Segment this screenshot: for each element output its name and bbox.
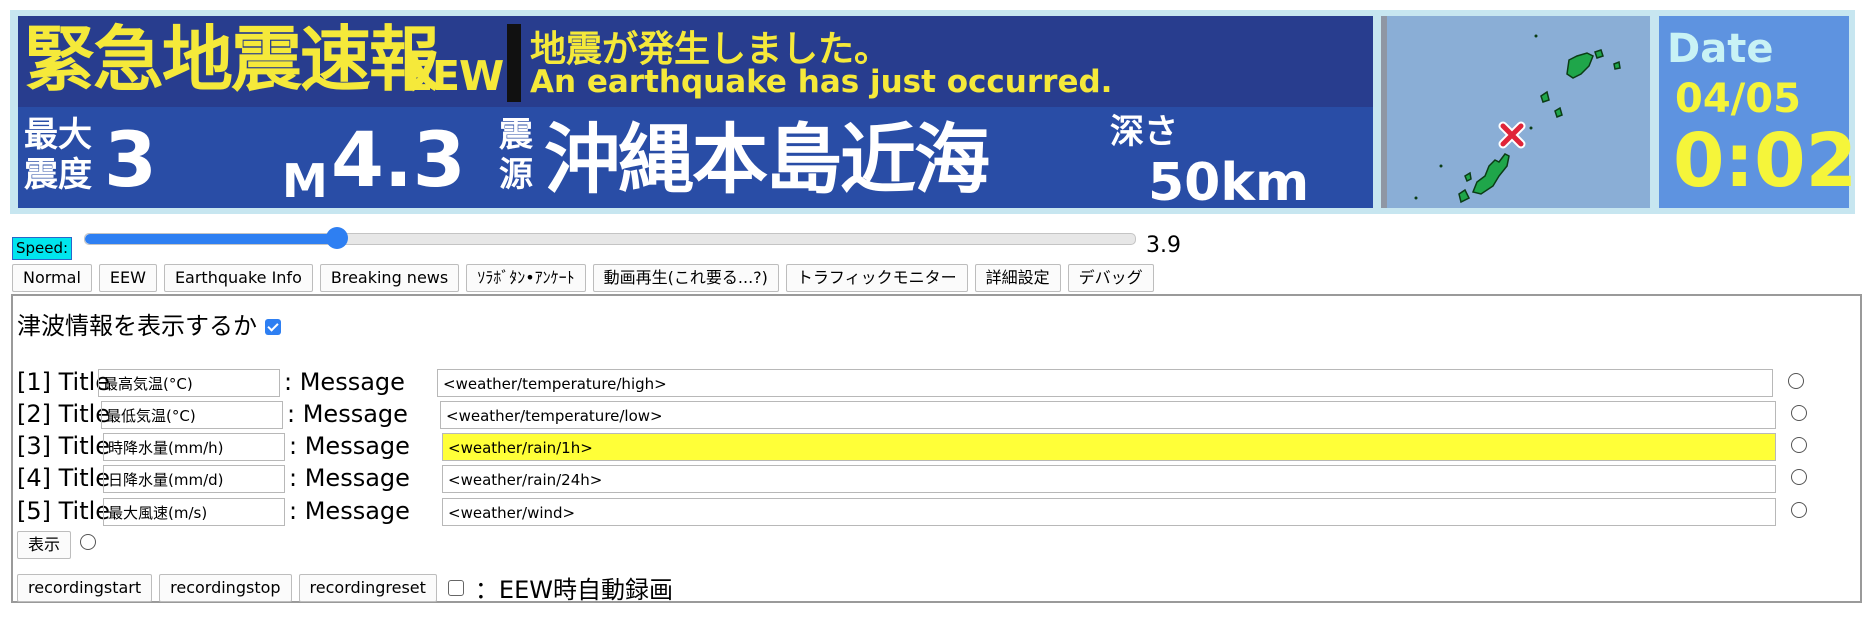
row-radio[interactable] <box>1791 469 1807 485</box>
divider <box>507 24 521 102</box>
mode-traffic-monitor-button[interactable]: トラフィックモニター <box>785 264 968 292</box>
okinawa-islands-map <box>1414 34 1621 204</box>
date-label: Date <box>1667 26 1774 72</box>
speed-slider[interactable] <box>84 227 1136 249</box>
message-label: : Message <box>289 497 410 525</box>
message-input[interactable]: <weather/wind> <box>442 498 1776 526</box>
message-input[interactable]: <weather/temperature/low> <box>440 401 1776 429</box>
date-panel-frame: Date 04/05 0:02 <box>1650 10 1857 214</box>
recording-controls: recordingstart recordingstop recordingre… <box>17 570 673 605</box>
eew-banner-frame: 緊急地震速報 EEW 地震が発生しました。 An earthquake has … <box>10 10 1655 214</box>
recording-start-button[interactable]: recordingstart <box>17 573 153 602</box>
message-input[interactable]: <weather/temperature/high> <box>437 369 1773 397</box>
title-input[interactable]: 日降水量(mm/d) <box>103 465 285 493</box>
depth-label: 深さ <box>1110 112 1178 152</box>
tsunami-toggle: 津波情報を表示するか <box>17 306 281 341</box>
date-panel: Date 04/05 0:02 <box>1659 16 1857 208</box>
row-radio[interactable] <box>1791 437 1807 453</box>
title-input[interactable]: 最大風速(m/s) <box>103 498 285 526</box>
message-label: : Message <box>284 368 405 396</box>
row-label: [3] Title <box>17 432 111 460</box>
hypocenter-label: 震源 <box>499 115 533 195</box>
max-intensity-label: 最大震度 <box>24 115 92 195</box>
mode-normal-button[interactable]: Normal <box>12 264 92 292</box>
row-label: [2] Title <box>17 400 111 428</box>
row-radio[interactable] <box>1788 373 1804 389</box>
message-input[interactable]: <weather/rain/1h> <box>442 433 1776 461</box>
message-label: : Message <box>289 464 410 492</box>
title-input[interactable]: 最低気温(°C) <box>101 401 283 429</box>
time-value: 0:02 <box>1673 118 1858 204</box>
eew-banner: 緊急地震速報 EEW 地震が発生しました。 An earthquake has … <box>18 16 1373 213</box>
depth-value: 50km <box>1148 153 1310 213</box>
speed-label: Speed: <box>12 237 73 260</box>
mode-video-playback-button[interactable]: 動画再生(これ要る...?) <box>592 264 779 292</box>
mode-button-bar: Normal EEW Earthquake Info Breaking news… <box>12 264 1154 292</box>
mode-sorabotan-survey-button[interactable]: ｿﾗﾎﾞﾀﾝ•ｱﾝｹｰﾄ <box>466 264 586 292</box>
epicenter-map <box>1381 16 1651 208</box>
magnitude-label: M <box>282 154 328 208</box>
eew-badge: EEW <box>405 52 504 100</box>
mode-breaking-news-button[interactable]: Breaking news <box>319 264 460 292</box>
date-value: 04/05 <box>1675 76 1801 122</box>
recording-stop-button[interactable]: recordingstop <box>159 573 292 602</box>
speed-slider-thumb[interactable] <box>326 227 348 249</box>
show-control: 表示 <box>17 531 96 559</box>
epicenter-icon <box>1498 121 1526 149</box>
mode-eew-button[interactable]: EEW <box>98 264 157 292</box>
message-input[interactable]: <weather/rain/24h> <box>442 465 1776 493</box>
row-radio[interactable] <box>1791 502 1807 518</box>
hypocenter-value: 沖縄本島近海 <box>544 115 990 204</box>
eew-banner-header: 緊急地震速報 EEW 地震が発生しました。 An earthquake has … <box>18 16 1373 107</box>
row-label: [1] Title <box>17 368 111 396</box>
speed-slider-fill <box>85 234 337 244</box>
message-label: : Message <box>287 400 408 428</box>
eew-message-en: An earthquake has just occurred. <box>530 64 1113 100</box>
recording-reset-button[interactable]: recordingreset <box>298 573 437 602</box>
auto-record-label: ：EEW時自動録画 <box>474 576 673 604</box>
tsunami-label: 津波情報を表示するか <box>17 312 257 340</box>
mode-earthquake-info-button[interactable]: Earthquake Info <box>163 264 313 292</box>
show-radio[interactable] <box>80 534 96 550</box>
show-button[interactable]: 表示 <box>17 531 72 559</box>
mode-advanced-settings-button[interactable]: 詳細設定 <box>974 264 1061 292</box>
title-input[interactable]: 時降水量(mm/h) <box>103 433 285 461</box>
row-label: [4] Title <box>17 464 111 492</box>
settings-panel: 津波情報を表示するか [1] Title 最高気温(°C) : Message … <box>11 294 1862 605</box>
row-radio[interactable] <box>1791 405 1807 421</box>
speed-value: 3.9 <box>1146 233 1181 258</box>
message-label: : Message <box>289 432 410 460</box>
auto-record-checkbox[interactable] <box>447 579 464 596</box>
mode-debug-button[interactable]: デバッグ <box>1067 264 1154 292</box>
tsunami-checkbox[interactable] <box>264 319 281 335</box>
title-input[interactable]: 最高気温(°C) <box>98 369 280 397</box>
eew-title: 緊急地震速報 <box>24 18 440 101</box>
row-label: [5] Title <box>17 497 111 525</box>
max-intensity-value: 3 <box>104 115 157 204</box>
magnitude-value: 4.3 <box>331 115 466 204</box>
